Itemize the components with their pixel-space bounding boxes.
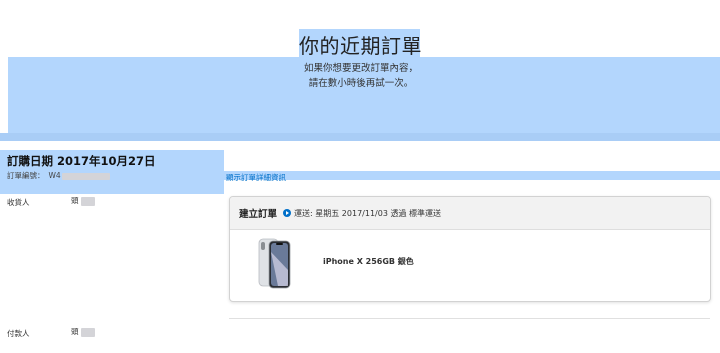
payer-name-text: 頭	[71, 327, 79, 336]
shipment-card-header: 建立訂單 運送: 星期五 2017/11/03 透過 標準運送	[230, 197, 710, 230]
order-number: 訂單編號： W4	[7, 170, 110, 181]
notice-text: 如果你想要更改訂單內容， 請在數小時後再試一次。	[0, 61, 720, 91]
order-number-label: 訂單編號：	[7, 171, 45, 180]
redacted-payer-name	[80, 327, 95, 337]
play-circle-icon	[283, 209, 292, 217]
recipient-label: 收貨人	[7, 198, 30, 207]
shipment-title: 建立訂單	[239, 209, 278, 220]
notice-line-1: 如果你想要更改訂單內容，	[303, 63, 418, 74]
order-number-value: W4	[48, 171, 61, 180]
payer-name: 頭	[71, 326, 95, 337]
page-title: 你的近期訂單	[299, 34, 422, 58]
selection-highlight-divider	[0, 133, 720, 141]
recipient-name-text: 頭	[71, 196, 79, 205]
selection-highlight-link	[224, 171, 720, 180]
product-name[interactable]: iPhone X 256GB 銀色	[323, 256, 414, 267]
notice-line-2: 請在數小時後再試一次。	[308, 78, 414, 89]
order-date: 訂購日期 2017年10月27日	[7, 154, 156, 168]
section-divider	[229, 318, 710, 319]
redacted-order-number	[61, 172, 110, 180]
redacted-recipient-name	[80, 196, 95, 206]
payer-label: 付款人	[7, 329, 30, 338]
iphone-x-product-image	[258, 238, 291, 289]
shipment-card: 建立訂單 運送: 星期五 2017/11/03 透過 標準運送 iPhone X…	[229, 196, 711, 302]
recipient-name: 頭	[71, 195, 95, 206]
show-order-details-link[interactable]: 顯示訂單詳細資訊	[226, 172, 286, 183]
shipping-status: 運送: 星期五 2017/11/03 透過 標準運送	[294, 208, 441, 218]
shipment-card-body: iPhone X 256GB 銀色	[230, 230, 710, 300]
